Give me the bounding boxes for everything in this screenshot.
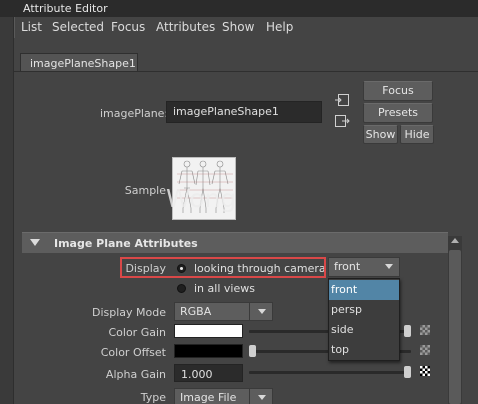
type-select[interactable]: Image File xyxy=(174,388,273,404)
type-value: Image File xyxy=(180,391,237,404)
color-gain-label: Color Gain xyxy=(108,326,166,339)
highlight-box xyxy=(120,257,326,278)
watermark-text: Wong xyxy=(166,184,237,213)
dropdown-option-top[interactable]: top xyxy=(329,340,399,360)
camera-select[interactable]: front xyxy=(328,257,400,277)
title-bar: Attribute Editor xyxy=(0,0,478,17)
camera-select-value: front xyxy=(334,260,361,273)
sample-label: Sample xyxy=(124,184,166,197)
color-gain-slider-handle[interactable] xyxy=(404,325,411,337)
texture-map-icon[interactable] xyxy=(420,325,430,335)
hide-button[interactable]: Hide xyxy=(400,125,434,144)
alpha-gain-slider-track[interactable] xyxy=(249,371,411,374)
menu-list[interactable]: List xyxy=(21,20,42,34)
color-offset-slider-handle[interactable] xyxy=(249,345,256,357)
window-title: Attribute Editor xyxy=(23,2,108,15)
display-mode-select[interactable]: RGBA xyxy=(174,302,273,321)
texture-map-icon[interactable] xyxy=(420,366,430,376)
tab-divider xyxy=(14,71,478,72)
scroll-up-arrow-icon[interactable] xyxy=(451,238,459,243)
show-button[interactable]: Show xyxy=(363,125,398,144)
display-mode-label: Display Mode xyxy=(91,306,166,319)
camera-dropdown-list: front persp side top xyxy=(328,278,400,361)
menu-attributes[interactable]: Attributes xyxy=(156,20,215,34)
node-name-value: imagePlaneShape1 xyxy=(173,105,279,118)
alpha-gain-label: Alpha Gain xyxy=(105,368,166,381)
tab-imageplaneshape1[interactable]: imagePlaneShape1 xyxy=(20,53,138,71)
dropdown-option-side[interactable]: side xyxy=(329,320,399,340)
tab-label: imagePlaneShape1 xyxy=(30,57,136,70)
menu-show[interactable]: Show xyxy=(222,20,254,34)
output-connection-icon[interactable] xyxy=(334,114,350,128)
alpha-gain-field[interactable]: 1.000 xyxy=(174,364,243,382)
chevron-down-icon xyxy=(385,264,393,269)
chevron-down-icon xyxy=(258,309,266,314)
menu-bar: List Selected Focus Attributes Show Help xyxy=(14,17,478,38)
left-gutter xyxy=(0,17,14,404)
alpha-gain-value: 1.000 xyxy=(181,368,213,381)
dropdown-option-persp[interactable]: persp xyxy=(329,300,399,320)
chevron-down-icon xyxy=(258,395,266,400)
select-divider xyxy=(249,303,250,320)
collapse-triangle-icon[interactable] xyxy=(30,239,40,246)
radio-in-all-views-label: in all views xyxy=(194,282,255,295)
display-mode-value: RGBA xyxy=(180,305,212,318)
radio-in-all-views[interactable] xyxy=(177,284,186,293)
color-offset-label: Color Offset xyxy=(100,346,166,359)
color-gain-swatch[interactable] xyxy=(174,324,243,338)
section-header-image-plane-attributes[interactable]: Image Plane Attributes xyxy=(22,232,448,253)
type-label: Type xyxy=(140,391,166,404)
dropdown-option-front[interactable]: front xyxy=(329,280,399,300)
node-type-label: imagePlane: xyxy=(100,107,169,120)
node-name-field[interactable]: imagePlaneShape1 xyxy=(166,101,322,123)
input-connection-icon[interactable] xyxy=(334,93,350,107)
alpha-gain-slider-handle[interactable] xyxy=(404,366,411,378)
presets-button[interactable]: Presets xyxy=(363,103,433,123)
menu-help[interactable]: Help xyxy=(266,20,293,34)
color-offset-swatch[interactable] xyxy=(174,344,243,358)
section-title: Image Plane Attributes xyxy=(54,237,198,250)
menu-selected[interactable]: Selected xyxy=(52,20,104,34)
texture-map-icon[interactable] xyxy=(420,345,430,355)
focus-button[interactable]: Focus xyxy=(363,81,433,101)
scrollbar-thumb[interactable] xyxy=(449,250,461,404)
select-divider xyxy=(249,389,250,404)
menu-focus[interactable]: Focus xyxy=(111,20,145,34)
